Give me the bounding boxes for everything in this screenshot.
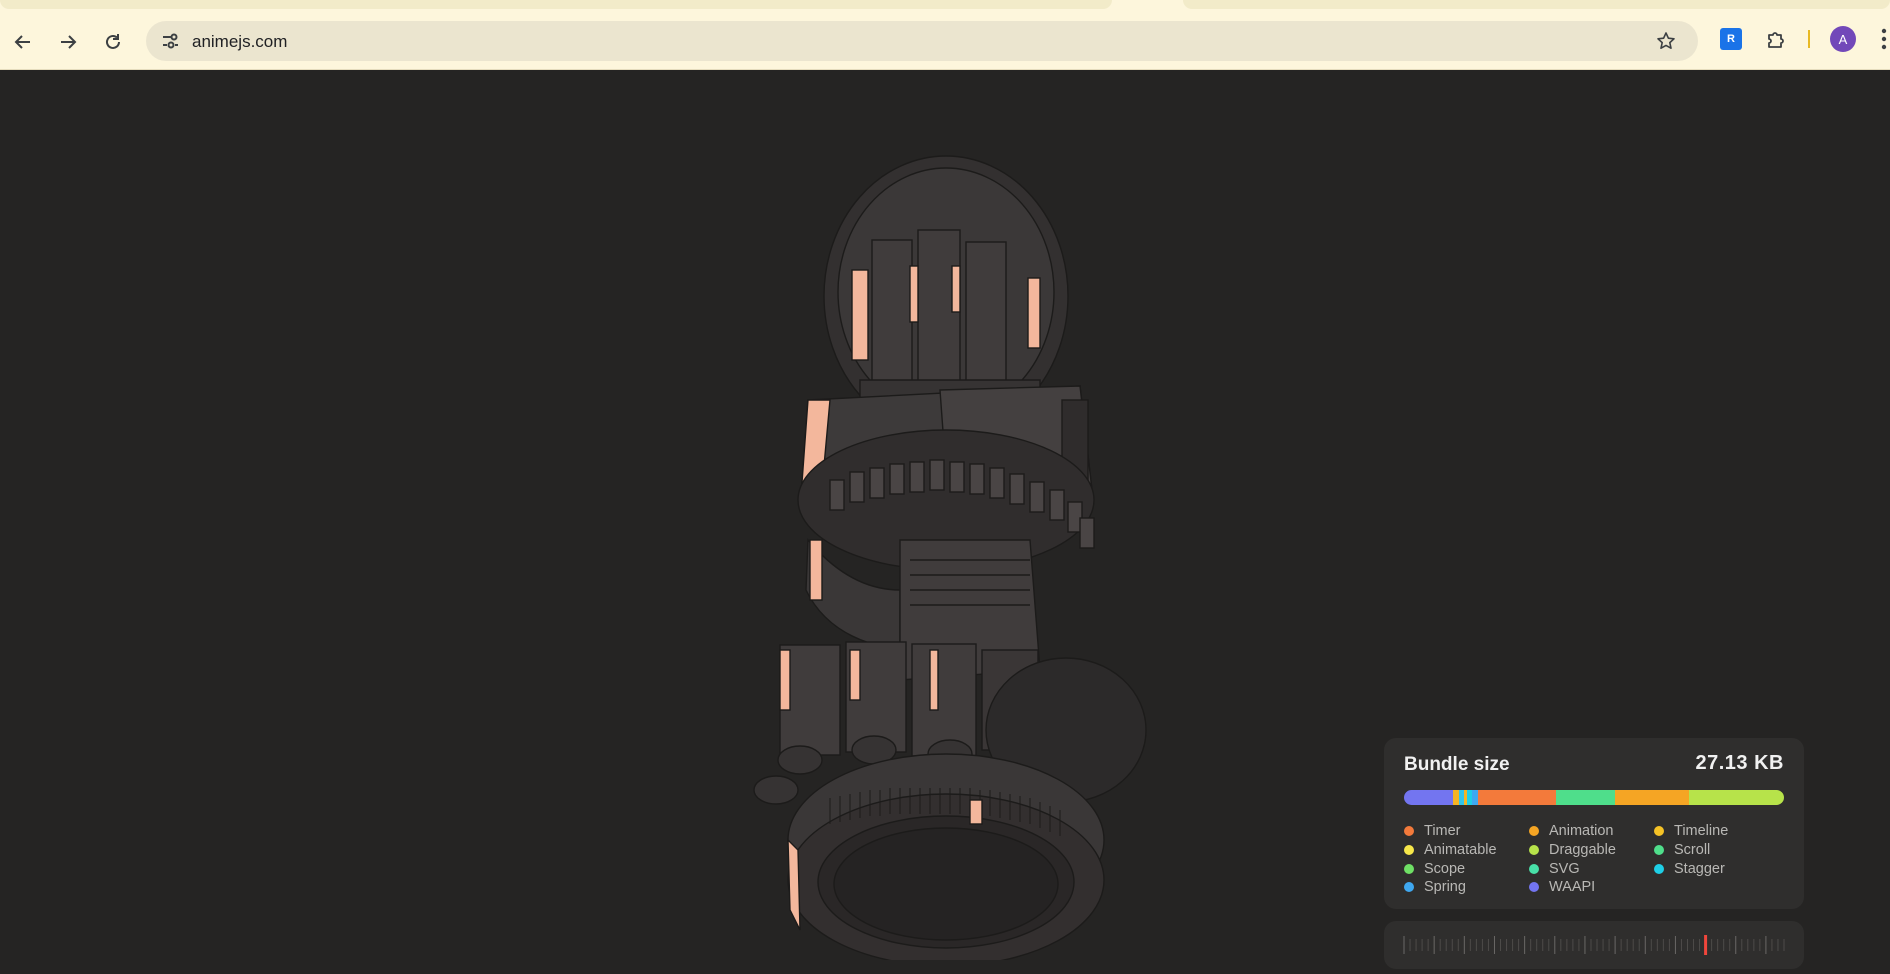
bundle-bar-segment: [1404, 790, 1453, 805]
legend-item: SVG: [1529, 860, 1580, 878]
site-info-icon: [163, 33, 178, 49]
bundle-size-bar: [1404, 790, 1784, 805]
forward-arrow-icon: [61, 35, 77, 49]
legend-label: Stagger: [1674, 861, 1725, 877]
bundle-bar-segment: [1555, 790, 1616, 805]
address-bar[interactable]: animejs.com: [146, 21, 1698, 61]
tab-left[interactable]: [0, 0, 1112, 9]
legend-dot: [1529, 845, 1539, 855]
legend-item: Scroll: [1654, 841, 1710, 859]
legend-item: Animation: [1529, 822, 1613, 840]
profile-avatar[interactable]: A: [1830, 26, 1856, 52]
reload-button[interactable]: [97, 26, 129, 58]
profile-initial: A: [1838, 31, 1848, 47]
legend-item: Animatable: [1404, 841, 1497, 859]
bundle-bar-segment: [1615, 790, 1689, 805]
bundle-bar-segment: [1688, 790, 1784, 805]
bundle-size-value: 27.13 KB: [1695, 752, 1784, 774]
puzzle-icon: [1768, 32, 1784, 48]
legend-label: Draggable: [1549, 842, 1616, 858]
hero-stage: Bundle size 27.13 KB Timer Animation Timel…: [0, 70, 1890, 969]
legend-dot: [1404, 864, 1414, 874]
legend-label: Animation: [1549, 823, 1614, 839]
legend-item: Timer: [1404, 822, 1461, 840]
site-info-button[interactable]: [156, 27, 184, 55]
legend-item: Stagger: [1654, 860, 1725, 878]
legend-item: Scope: [1404, 860, 1465, 878]
reload-icon: [106, 34, 120, 49]
legend-item: Spring: [1404, 878, 1466, 896]
legend-dot: [1529, 826, 1539, 836]
back-button[interactable]: [7, 26, 39, 58]
legend-dot: [1654, 864, 1664, 874]
legend-label: SVG: [1549, 861, 1580, 877]
legend-item: Draggable: [1529, 841, 1616, 859]
legend-item: WAAPI: [1529, 878, 1595, 896]
bundle-size-title: Bundle size: [1404, 754, 1510, 775]
legend-dot: [1529, 882, 1539, 892]
legend-dot: [1404, 845, 1414, 855]
timeline-ticks[interactable]: [1384, 921, 1804, 969]
toolbar-divider: [1808, 30, 1810, 48]
bookmark-button[interactable]: [1652, 27, 1680, 55]
bundle-size-card: Bundle size 27.13 KB Timer Animation Timel…: [1384, 738, 1804, 909]
star-icon: [1657, 32, 1675, 49]
legend-label: Spring: [1424, 879, 1466, 895]
bundle-bar-segment: [1452, 790, 1460, 805]
timeline-scrubber[interactable]: [1384, 921, 1804, 969]
legend-label: Scope: [1424, 861, 1466, 877]
legend-dot: [1404, 882, 1414, 892]
legend-dot: [1404, 826, 1414, 836]
extensions-button[interactable]: [1762, 25, 1790, 53]
legend-dot: [1529, 864, 1539, 874]
legend-label: Animatable: [1424, 842, 1497, 858]
tab-strip: [0, 0, 1890, 10]
legend-label: Timer: [1424, 823, 1461, 839]
extension-r-label: R: [1727, 33, 1735, 45]
url-text[interactable]: animejs.com: [192, 32, 287, 52]
more-vert-icon: [1881, 28, 1887, 50]
extension-r-button[interactable]: R: [1720, 28, 1742, 50]
browser-toolbar: animejs.com R A: [0, 10, 1890, 70]
bundle-bar-segment: [1477, 790, 1556, 805]
browser-menu-button[interactable]: [1878, 26, 1890, 52]
legend-label: Scroll: [1674, 842, 1711, 858]
tab-right[interactable]: [1183, 0, 1890, 9]
back-arrow-icon: [14, 35, 30, 49]
legend-dot: [1654, 826, 1664, 836]
forward-button[interactable]: [52, 26, 84, 58]
legend-dot: [1654, 845, 1664, 855]
legend-label: WAAPI: [1549, 879, 1596, 895]
legend-item: Timeline: [1654, 822, 1728, 840]
legend-label: Timeline: [1674, 823, 1729, 839]
